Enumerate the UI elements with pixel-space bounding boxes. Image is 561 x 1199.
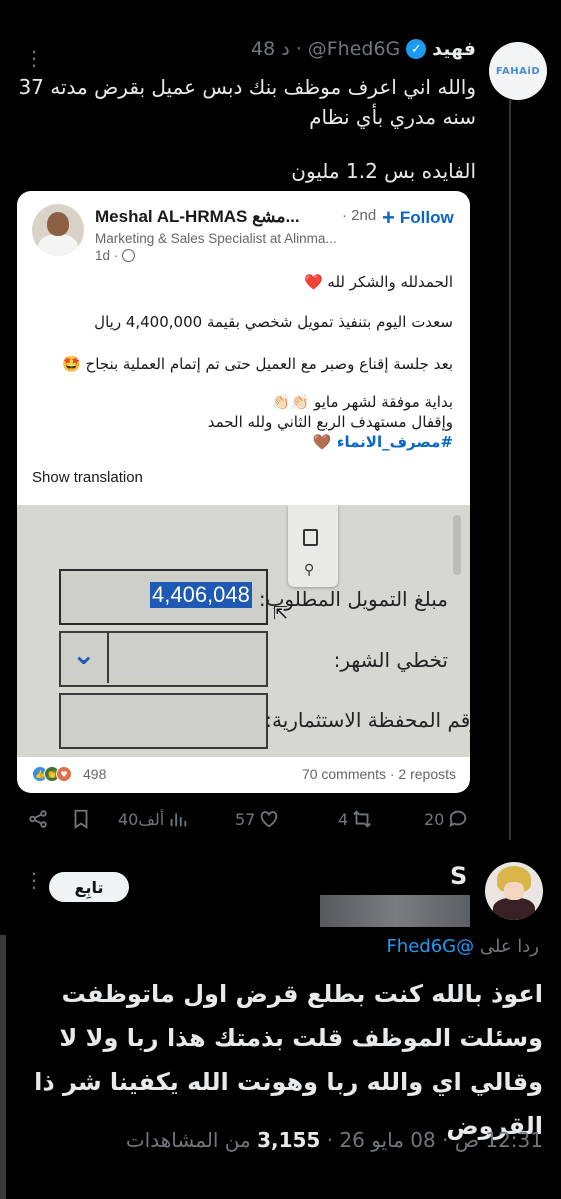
repost-button[interactable]: 4 — [338, 808, 373, 830]
like-count: 57 — [235, 809, 256, 829]
meta-separator: · — [326, 1128, 334, 1152]
avatar[interactable]: FAHAiD — [489, 42, 547, 100]
linkedin-line-3: بعد جلسة إقناع وصبر مع العميل حتى تم إتم… — [62, 355, 453, 373]
linkedin-follow-button: + Follow — [382, 205, 454, 230]
more-options-icon[interactable]: ⋮ — [24, 46, 45, 70]
linkedin-headline: Marketing & Sales Specialist at Alinma..… — [95, 231, 337, 246]
verified-badge-icon: ✓ — [406, 39, 427, 59]
copy-icon — [303, 529, 318, 546]
photo-portfolio-label: رقم المحفظة الاستثمارية: — [265, 708, 470, 732]
share-icon — [29, 810, 47, 828]
tweet-text: والله اني اعرف موظف بنك دبس عميل بقرض مد… — [18, 75, 476, 129]
linkedin-hashtag: #مصرف_الانماء 🤎 — [312, 433, 453, 451]
repost-icon — [353, 810, 372, 828]
reply-more-options-icon[interactable]: ⋮ — [24, 868, 44, 892]
plus-icon: + — [382, 205, 395, 230]
linkedin-reaction-icons: 👍 👏 ♥ — [32, 766, 72, 782]
replying-to: ردا على @Fhed6G — [386, 936, 539, 957]
linkedin-line-1: الحمدلله والشكر لله ❤️ — [303, 273, 453, 291]
reply-avatar[interactable] — [485, 862, 543, 920]
replying-to-handle[interactable]: @Fhed6G — [386, 936, 474, 957]
bookmark-icon — [74, 809, 88, 829]
follow-button[interactable]: تابِع — [49, 872, 129, 902]
reply-views-label: من المشاهدات — [125, 1128, 251, 1152]
replying-to-prefix: ردا على — [479, 936, 539, 957]
left-edge-bar — [0, 935, 6, 1199]
linkedin-line-5: وإقفال مستهدف الربع الثاني ولله الحمد — [207, 413, 453, 431]
linkedin-post-age: 1d · — [95, 248, 136, 263]
linkedin-reaction-count: 498 — [83, 766, 107, 782]
reply-time[interactable]: 12:31 ص — [455, 1128, 543, 1152]
search-icon: ⚲ — [304, 562, 315, 578]
reply-icon — [449, 810, 467, 828]
chevron-down-icon: ⌄ — [72, 638, 96, 671]
globe-icon — [122, 249, 136, 262]
linkedin-follow-label: Follow — [399, 208, 454, 227]
linkedin-line-2: سعدت اليوم بتنفيذ تمويل شخصي بقيمة 4,400… — [94, 313, 453, 331]
linkedin-age-text: 1d · — [95, 248, 119, 263]
linkedin-stats: 70 comments · 2 reposts — [301, 766, 456, 782]
linkedin-author-name: Meshal AL-HRMAS مشع... — [95, 207, 300, 226]
heart-icon — [261, 811, 278, 828]
repost-count: 4 — [338, 809, 349, 829]
meta-separator: · — [442, 1128, 449, 1152]
separator-dot: · — [295, 38, 302, 60]
reply-date[interactable]: 08 مايو 26 — [339, 1128, 435, 1152]
reply-text: اعوذ بالله كنت بطلع قرض اول ماتوظفت وسئل… — [34, 980, 543, 1140]
photo-amount-value: 4,406,048 — [150, 582, 252, 608]
show-translation: Show translation — [32, 469, 143, 486]
tweet-header: 48 د · @Fhed6G ✓ فهيد — [251, 38, 476, 60]
photo-portfolio-field — [59, 693, 268, 749]
linkedin-photo: 4,406,048 ⇱ مبلغ التمويل المطلوب: ⌄ تخطي… — [17, 505, 470, 757]
like-button[interactable]: 57 — [235, 808, 280, 830]
analytics-icon — [170, 813, 187, 827]
tweet-text-line2: الفايده بس 1.2 مليون — [291, 159, 476, 183]
bookmark-button[interactable] — [70, 808, 92, 830]
photo-scrollbar — [453, 515, 461, 575]
share-button[interactable] — [27, 808, 49, 830]
linkedin-avatar — [32, 204, 84, 256]
photo-select-divider — [107, 633, 109, 683]
photo-amount-label: مبلغ التمويل المطلوب: — [258, 587, 448, 611]
reply-meta: 12:31 ص · 08 مايو 26 · 3,155 من المشاهدا… — [126, 1128, 543, 1152]
reply-button[interactable]: 20 — [424, 808, 469, 830]
linkedin-line-4: بداية موفقة لشهر مايو 👏🏻👏🏻 — [271, 393, 453, 411]
thread-line — [509, 100, 511, 840]
avatar-text: FAHAiD — [495, 65, 541, 77]
views-button[interactable]: 40ألف — [118, 808, 189, 830]
redacted-handle — [320, 895, 470, 927]
reply-author-name[interactable]: S — [450, 862, 467, 890]
tweet-author-name[interactable]: فهيد — [432, 38, 476, 60]
reply-views: 3,155 — [257, 1128, 321, 1152]
linkedin-degree: · 2nd — [342, 207, 377, 224]
views-count: 40ألف — [118, 809, 165, 829]
reply-count: 20 — [424, 809, 445, 829]
embedded-image[interactable]: Meshal AL-HRMAS مشع... · 2nd + Follow Ma… — [17, 191, 470, 793]
love-reaction-icon: ♥ — [56, 766, 72, 782]
tweet-time[interactable]: 48 د — [251, 38, 290, 60]
tweet-handle[interactable]: @Fhed6G — [308, 38, 401, 60]
photo-month-label: تخطي الشهر: — [333, 648, 448, 672]
